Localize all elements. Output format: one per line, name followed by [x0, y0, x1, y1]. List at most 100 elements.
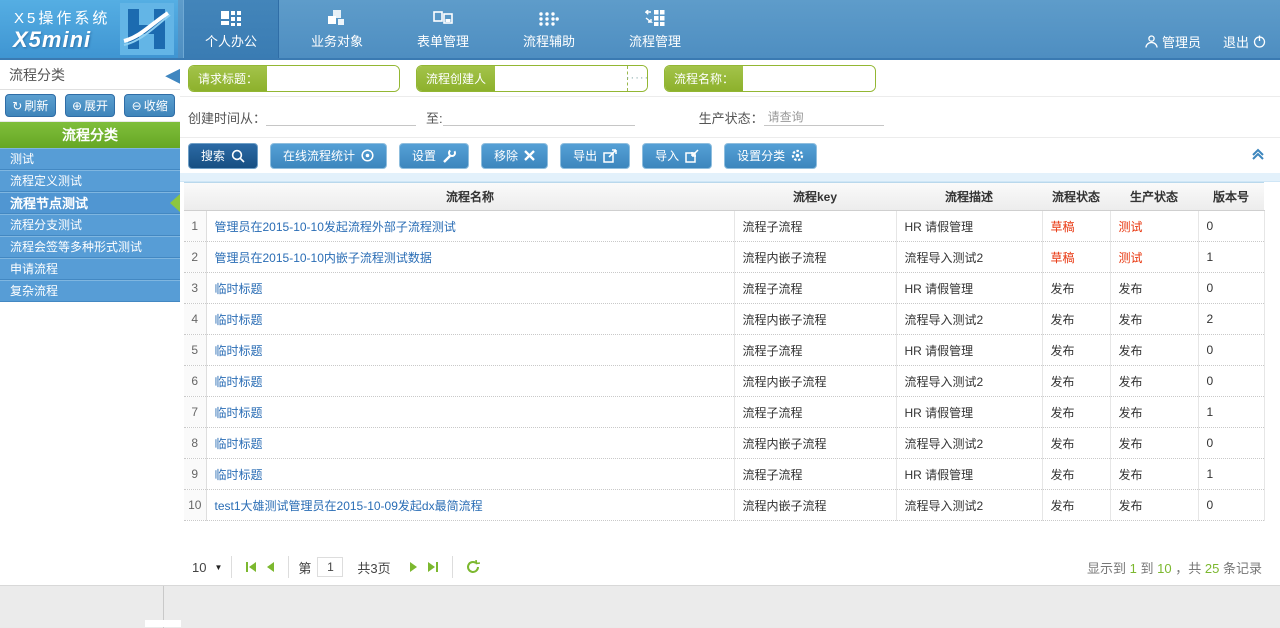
process-link[interactable]: 临时标题 — [215, 468, 263, 482]
created-from-label: 创建时间从： — [188, 108, 266, 127]
app-subtitle: X5mini — [13, 27, 91, 53]
tab-personal-office[interactable]: 个人办公 — [183, 0, 279, 58]
collapse-button[interactable]: ⊖ 收缩 — [124, 94, 175, 117]
tab-form-management[interactable]: 表单管理 — [395, 0, 491, 58]
search-icon — [231, 149, 245, 163]
refresh-label: 刷新 — [24, 97, 48, 114]
process-link[interactable]: 管理员在2015-10-10发起流程外部子流程测试 — [215, 220, 456, 234]
prod-status-input[interactable] — [764, 108, 884, 126]
request-title-field: 请求标题： — [188, 65, 400, 92]
creator-input[interactable] — [495, 66, 627, 91]
online-stats-button[interactable]: 在线流程统计 — [270, 143, 387, 169]
page-prefix-label: 第 — [298, 558, 311, 577]
request-title-label: 请求标题： — [189, 66, 267, 91]
import-label: 导入 — [655, 147, 679, 164]
prod-status-cell: 测试 — [1110, 242, 1198, 273]
process-desc-cell: HR 请假管理 — [896, 397, 1042, 428]
process-link[interactable]: 临时标题 — [215, 437, 263, 451]
page-size-dropdown[interactable]: 10 ▼ — [192, 560, 222, 575]
process-status-cell: 发布 — [1042, 366, 1110, 397]
record-summary: 显示到 1 到 10 ，共 25 条记录 — [1087, 558, 1262, 577]
splitter-handle[interactable] — [145, 620, 181, 627]
divider — [452, 556, 453, 578]
sidebar-item-apply-process[interactable]: 申请流程 — [0, 258, 180, 280]
app-logo: X5操作系统 X5mini — [0, 0, 178, 58]
process-key-cell: 流程内嵌子流程 — [734, 490, 896, 521]
settings-label: 设置 — [412, 147, 436, 164]
process-link[interactable]: 临时标题 — [215, 282, 263, 296]
process-name-input[interactable] — [743, 66, 875, 91]
prod-status-label: 生产状态： — [699, 108, 764, 127]
process-link[interactable]: 临时标题 — [215, 313, 263, 327]
collapse-panel-chevron-icon[interactable] — [1250, 147, 1266, 161]
first-page-button[interactable] — [245, 561, 257, 573]
tab-process-management[interactable]: 流程管理 — [607, 0, 703, 58]
search-label: 搜索 — [201, 147, 225, 164]
page-number-input[interactable] — [317, 557, 343, 577]
prod-status-cell: 测试 — [1110, 211, 1198, 242]
settings-button[interactable]: 设置 — [399, 143, 469, 169]
current-user[interactable]: 管理员 — [1145, 32, 1201, 51]
set-category-button[interactable]: 设置分类 — [724, 143, 817, 169]
version-cell: 0 — [1198, 490, 1264, 521]
sidebar-item-countersign-test[interactable]: 流程会签等多种形式测试 — [0, 236, 180, 258]
export-button[interactable]: 导出 — [560, 143, 630, 169]
process-link[interactable]: 管理员在2015-10-10内嵌子流程测试数据 — [215, 251, 432, 265]
process-link[interactable]: 临时标题 — [215, 375, 263, 389]
main-nav: 个人办公 业务对象 表单管理 流程辅助 流程管理 — [183, 0, 713, 58]
tab-process-assist[interactable]: 流程辅助 — [501, 0, 597, 58]
request-title-input[interactable] — [267, 66, 399, 91]
table-row: 1 管理员在2015-10-10发起流程外部子流程测试 流程子流程 HR 请假管… — [184, 211, 1264, 242]
col-process-name: 流程名称 — [206, 183, 734, 211]
created-from-input[interactable] — [266, 108, 416, 126]
table-row: 3 临时标题 流程子流程 HR 请假管理 发布 发布 0 — [184, 273, 1264, 304]
sidebar-item-process-definition-test[interactable]: 流程定义测试 — [0, 170, 180, 192]
sidebar-item-process-branch-test[interactable]: 流程分支测试 — [0, 214, 180, 236]
x-icon — [524, 150, 535, 161]
minus-circle-icon: ⊖ — [132, 99, 142, 113]
process-link[interactable]: 临时标题 — [215, 406, 263, 420]
version-cell: 0 — [1198, 335, 1264, 366]
refresh-button[interactable]: ↻ 刷新 — [5, 94, 56, 117]
table-row: 8 临时标题 流程内嵌子流程 流程导入测试2 发布 发布 0 — [184, 428, 1264, 459]
col-prod-status: 生产状态 — [1110, 183, 1198, 211]
remove-button[interactable]: 移除 — [481, 143, 548, 169]
version-cell: 0 — [1198, 366, 1264, 397]
last-page-button[interactable] — [427, 561, 439, 573]
col-process-desc: 流程描述 — [896, 183, 1042, 211]
sidebar-toolbar: ↻ 刷新 ⊕ 展开 ⊖ 收缩 — [0, 90, 180, 122]
sidebar-panel-title: 流程分类 — [9, 65, 65, 85]
import-button[interactable]: 导入 — [642, 143, 712, 169]
logout-button[interactable]: 退出 — [1223, 32, 1266, 51]
next-page-button[interactable] — [409, 561, 419, 573]
process-link[interactable]: 临时标题 — [215, 344, 263, 358]
row-number: 1 — [184, 211, 206, 242]
process-key-cell: 流程子流程 — [734, 335, 896, 366]
process-desc-cell: 流程导入测试2 — [896, 242, 1042, 273]
reload-button[interactable] — [466, 560, 480, 574]
prev-page-button[interactable] — [265, 561, 275, 573]
sidebar-item-test[interactable]: 测试 — [0, 148, 180, 170]
process-status-cell: 发布 — [1042, 459, 1110, 490]
expand-button[interactable]: ⊕ 展开 — [65, 94, 116, 117]
process-status-cell: 发布 — [1042, 304, 1110, 335]
search-button[interactable]: 搜索 — [188, 143, 258, 169]
wrench-icon — [442, 149, 456, 163]
row-number: 4 — [184, 304, 206, 335]
main-content: 请求标题： 流程创建人 ····· 流程名称： 创建时间从： 至: 生产状态： … — [180, 60, 1280, 585]
sidebar-item-complex-process[interactable]: 复杂流程 — [0, 280, 180, 302]
tab-business-objects[interactable]: 业务对象 — [289, 0, 385, 58]
creator-picker-button[interactable]: ····· — [627, 66, 647, 91]
squares-arrows-icon — [645, 8, 665, 26]
created-to-input[interactable] — [443, 108, 635, 126]
user-name: 管理员 — [1162, 32, 1201, 51]
creator-field: 流程创建人 ····· — [416, 65, 648, 92]
power-icon — [1253, 35, 1266, 48]
process-key-cell: 流程内嵌子流程 — [734, 428, 896, 459]
summary-total: 25 — [1205, 561, 1219, 576]
dots-grid-icon — [539, 8, 559, 26]
process-link[interactable]: test1大雄测试管理员在2015-10-09发起dx最简流程 — [215, 499, 483, 513]
process-desc-cell: HR 请假管理 — [896, 273, 1042, 304]
prod-status-cell: 发布 — [1110, 335, 1198, 366]
sidebar-item-process-node-test[interactable]: 流程节点测试 — [0, 192, 180, 214]
